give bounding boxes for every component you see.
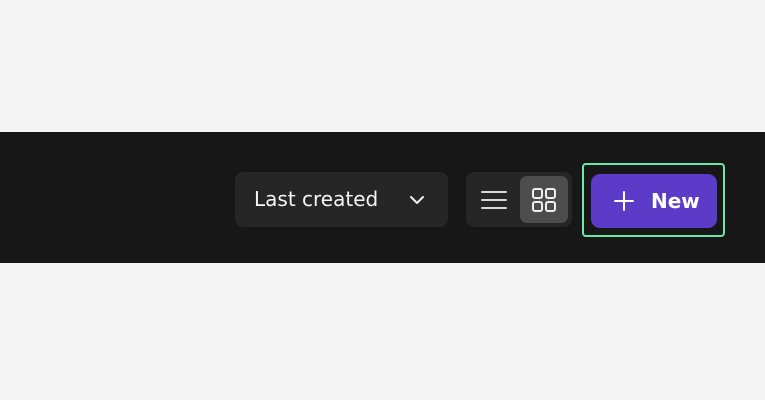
chevron-down-icon: [409, 192, 425, 208]
new-button-label: New: [651, 189, 700, 213]
plus-icon: [614, 191, 634, 211]
sort-dropdown[interactable]: Last created: [235, 172, 448, 227]
toolbar: Last created New: [0, 132, 765, 263]
grid-view-icon: [532, 188, 556, 212]
new-button[interactable]: New: [591, 174, 717, 228]
list-view-icon: [481, 191, 507, 209]
sort-dropdown-label: Last created: [254, 187, 379, 211]
list-view-button[interactable]: [470, 176, 518, 223]
grid-view-button[interactable]: [520, 176, 568, 223]
view-toggle: [466, 172, 572, 227]
new-button-focus-ring: New: [582, 163, 725, 237]
